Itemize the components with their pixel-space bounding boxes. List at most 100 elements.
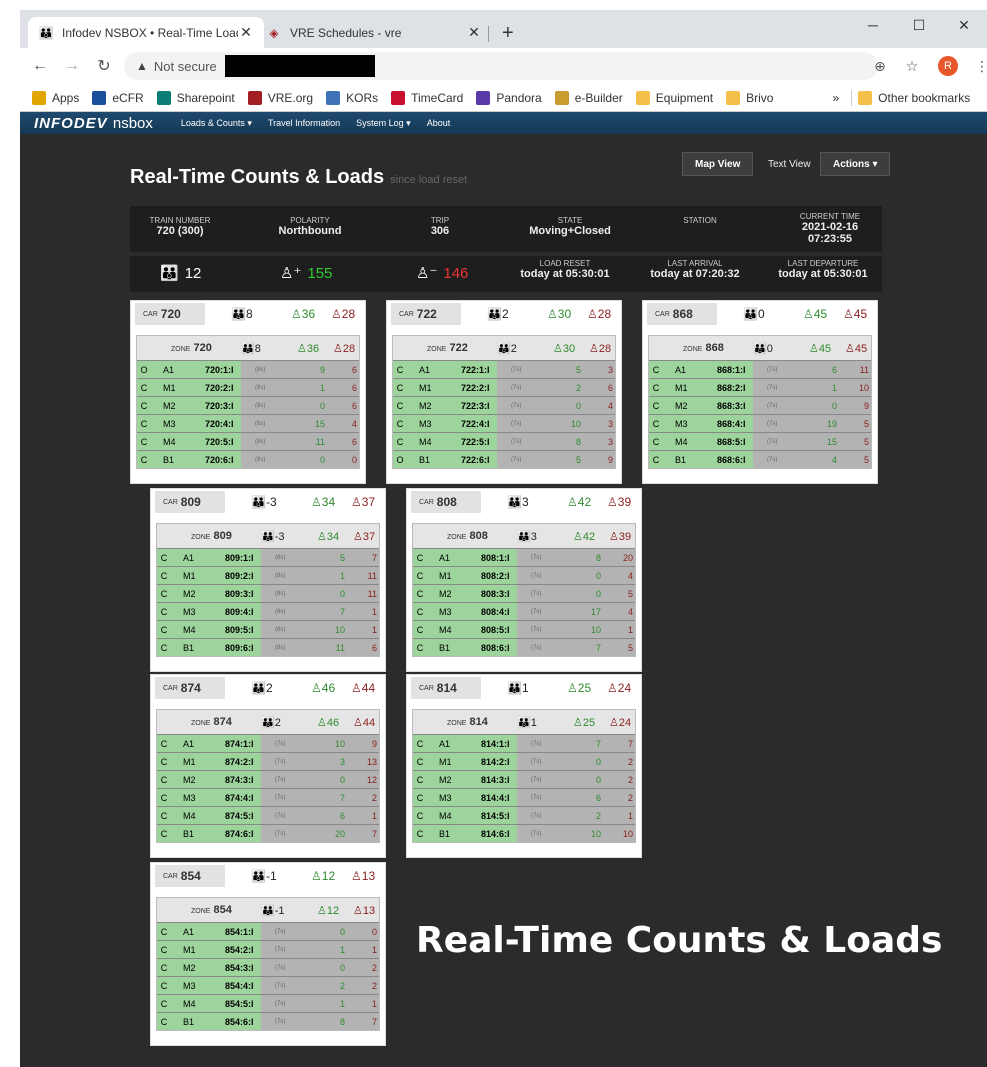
- door-row[interactable]: C M3 720:4:l (8s) 15 4: [137, 414, 359, 432]
- door-boarded: 7: [311, 603, 345, 620]
- door-row[interactable]: C B1 808:6:l (7s) 7 5: [413, 638, 635, 656]
- door-row[interactable]: C M2 720:3:l (8s) 0 6: [137, 396, 359, 414]
- door-row[interactable]: C M4 854:5:l (7s) 1 1: [157, 994, 379, 1012]
- door-row[interactable]: O A1 720:1:l (8s) 9 6: [137, 360, 359, 378]
- door-row[interactable]: C M4 808:5:l (7s) 10 1: [413, 620, 635, 638]
- door-row[interactable]: C A1 874:1:l (7s) 10 9: [157, 734, 379, 752]
- door-row[interactable]: C M3 814:4:l (7s) 6 2: [413, 788, 635, 806]
- car-panel[interactable]: CAR 722 👪2 ♙30 ♙28 ZONE 722 👪2 ♙30 ♙28 C A1 722:1:l(…: [386, 300, 622, 484]
- door-row[interactable]: C B1 720:6:l (8s) 0 0: [137, 450, 359, 468]
- nav-about[interactable]: About: [427, 118, 451, 128]
- zoom-icon[interactable]: ⊕: [868, 54, 892, 78]
- door-row[interactable]: C M2 868:3:l (7s) 0 9: [649, 396, 871, 414]
- maximize-icon[interactable]: ☐: [896, 10, 942, 40]
- back-icon[interactable]: ←: [28, 54, 52, 78]
- nav-travel-information[interactable]: Travel Information: [268, 118, 340, 128]
- door-row[interactable]: C M4 722:5:l (7s) 8 3: [393, 432, 615, 450]
- door-row[interactable]: C M3 868:4:l (7s) 19 5: [649, 414, 871, 432]
- door-row[interactable]: C A1 814:1:l (7s) 7 7: [413, 734, 635, 752]
- bookmark-timecard[interactable]: TimeCard: [391, 90, 463, 105]
- nav-system-log[interactable]: System Log ▾: [356, 118, 411, 129]
- door-row[interactable]: C B1 809:6:l (8s) 11 6: [157, 638, 379, 656]
- door-row[interactable]: C B1 854:6:l (7s) 8 7: [157, 1012, 379, 1030]
- bookmark-ecfr[interactable]: eCFR: [92, 90, 144, 105]
- window-close-icon[interactable]: ✕: [941, 10, 987, 40]
- sensor-latency: (7s): [261, 771, 311, 788]
- reload-icon[interactable]: ↻: [92, 54, 116, 78]
- forward-icon[interactable]: →: [60, 54, 84, 78]
- car-panel[interactable]: CAR 874 👪2 ♙46 ♙44 ZONE 874 👪2 ♙46 ♙44 C A1 874:1:l(…: [150, 674, 386, 858]
- door-row[interactable]: C B1 814:6:l (7s) 10 10: [413, 824, 635, 842]
- text-view-button[interactable]: Text View: [756, 152, 823, 176]
- other-bookmarks[interactable]: Other bookmarks: [858, 90, 970, 105]
- door-row[interactable]: C A1 809:1:l (8s) 5 7: [157, 548, 379, 566]
- door-row[interactable]: C M4 868:5:l (7s) 15 5: [649, 432, 871, 450]
- door-row[interactable]: O B1 722:6:l (7s) 5 9: [393, 450, 615, 468]
- door-row[interactable]: C M2 722:3:l (7s) 0 4: [393, 396, 615, 414]
- door-row[interactable]: C M3 809:4:l (8s) 7 1: [157, 602, 379, 620]
- car-panel[interactable]: CAR 808 👪3 ♙42 ♙39 ZONE 808 👪3 ♙42 ♙39 C A1 808:1:l(…: [406, 488, 642, 672]
- car-panel[interactable]: CAR 854 👪-1 ♙12 ♙13 ZONE 854 👪-1 ♙12 ♙13 C A1 854:1:…: [150, 862, 386, 1046]
- door-row[interactable]: C A1 854:1:l (7s) 0 0: [157, 922, 379, 940]
- door-row[interactable]: C M3 874:4:l (7s) 7 2: [157, 788, 379, 806]
- door-row[interactable]: C A1 808:1:l (7s) 8 20: [413, 548, 635, 566]
- tab-realtime-load[interactable]: 👪 Infodev NSBOX • Real-Time Load ✕: [28, 17, 264, 48]
- zone-prefix: ZONE: [427, 346, 447, 353]
- minimize-icon[interactable]: ─: [850, 10, 896, 40]
- door-row[interactable]: C M3 722:4:l (7s) 10 3: [393, 414, 615, 432]
- nav-loads-counts[interactable]: Loads & Counts ▾: [181, 118, 252, 129]
- door-row[interactable]: C B1 874:6:l (7s) 20 7: [157, 824, 379, 842]
- close-icon[interactable]: ✕: [238, 24, 254, 41]
- door-row[interactable]: C M3 808:4:l (7s) 17 4: [413, 602, 635, 620]
- door-row[interactable]: C M3 854:4:l (7s) 2 2: [157, 976, 379, 994]
- car-panel[interactable]: CAR 720 👪8 ♙36 ♙28 ZONE 720 👪8 ♙36 ♙28 O A1 720:1:l(…: [130, 300, 366, 484]
- bookmark-apps[interactable]: Apps: [32, 90, 79, 105]
- person-minus-icon: ♙: [333, 343, 343, 355]
- door-row[interactable]: C M1 720:2:l (8s) 1 6: [137, 378, 359, 396]
- tab-vre-schedules[interactable]: ◈ VRE Schedules - vre ✕: [256, 17, 492, 48]
- sensor-id: 809:2:l: [209, 567, 261, 584]
- door-row[interactable]: C M1 874:2:l (7s) 3 13: [157, 752, 379, 770]
- menu-icon[interactable]: ⋮: [970, 54, 987, 78]
- door-row[interactable]: C M4 720:5:l (8s) 11 6: [137, 432, 359, 450]
- bookmark-brivo[interactable]: Brivo: [726, 90, 773, 105]
- door-row[interactable]: C M2 809:3:l (8s) 0 11: [157, 584, 379, 602]
- door-row[interactable]: C M2 874:3:l (7s) 0 12: [157, 770, 379, 788]
- door-row[interactable]: C M2 814:3:l (7s) 0 2: [413, 770, 635, 788]
- door-row[interactable]: C A1 722:1:l (7s) 5 3: [393, 360, 615, 378]
- door-row[interactable]: C B1 868:6:l (7s) 4 5: [649, 450, 871, 468]
- bookmark-kors[interactable]: KORs: [326, 90, 378, 105]
- door-row[interactable]: C M4 874:5:l (7s) 6 1: [157, 806, 379, 824]
- address-bar[interactable]: ▲ Not secure: [124, 52, 878, 80]
- car-panel[interactable]: CAR 809 👪-3 ♙34 ♙37 ZONE 809 👪-3 ♙34 ♙37 C A1 809:1:…: [150, 488, 386, 672]
- door-row[interactable]: C M4 809:5:l (8s) 10 1: [157, 620, 379, 638]
- door-row[interactable]: C M4 814:5:l (7s) 2 1: [413, 806, 635, 824]
- bookmark-vre[interactable]: VRE.org: [247, 90, 313, 105]
- star-icon[interactable]: ☆: [900, 54, 924, 78]
- profile-avatar[interactable]: R: [938, 56, 958, 76]
- door-row[interactable]: C M1 868:2:l (7s) 1 10: [649, 378, 871, 396]
- door-row[interactable]: C M1 722:2:l (7s) 2 6: [393, 378, 615, 396]
- person-plus-icon: ♙: [809, 343, 819, 355]
- new-tab-button[interactable]: +: [502, 22, 514, 45]
- brand-logo[interactable]: INFODEV nsbox: [34, 115, 153, 132]
- door-row[interactable]: C M1 814:2:l (7s) 0 2: [413, 752, 635, 770]
- door-row[interactable]: C M1 808:2:l (7s) 0 4: [413, 566, 635, 584]
- door-row[interactable]: C A1 868:1:l (7s) 6 11: [649, 360, 871, 378]
- door-row[interactable]: C M2 808:3:l (7s) 0 5: [413, 584, 635, 602]
- map-view-button[interactable]: Map View: [682, 152, 754, 176]
- sensor-id: 854:5:l: [209, 995, 261, 1012]
- close-icon[interactable]: ✕: [466, 24, 482, 41]
- bookmark-sharepoint[interactable]: Sharepoint: [156, 90, 235, 105]
- bookmark-ebuilder[interactable]: e-Builder: [554, 90, 623, 105]
- bookmark-pandora[interactable]: Pandora: [476, 90, 542, 105]
- door-row[interactable]: C M1 854:2:l (7s) 1 1: [157, 940, 379, 958]
- bookmark-equipment[interactable]: Equipment: [635, 90, 713, 105]
- car-panel[interactable]: CAR 868 👪0 ♙45 ♙45 ZONE 868 👪0 ♙45 ♙45 C A1 868:1:l(…: [642, 300, 878, 484]
- total-alighted: ♙⁻ 146: [416, 264, 469, 283]
- actions-dropdown[interactable]: Actions ▾: [820, 152, 891, 176]
- door-row[interactable]: C M1 809:2:l (8s) 1 11: [157, 566, 379, 584]
- car-panel[interactable]: CAR 814 👪1 ♙25 ♙24 ZONE 814 👪1 ♙25 ♙24 C A1 814:1:l(…: [406, 674, 642, 858]
- bookmarks-overflow[interactable]: »: [832, 91, 839, 105]
- door-row[interactable]: C M2 854:3:l (7s) 0 2: [157, 958, 379, 976]
